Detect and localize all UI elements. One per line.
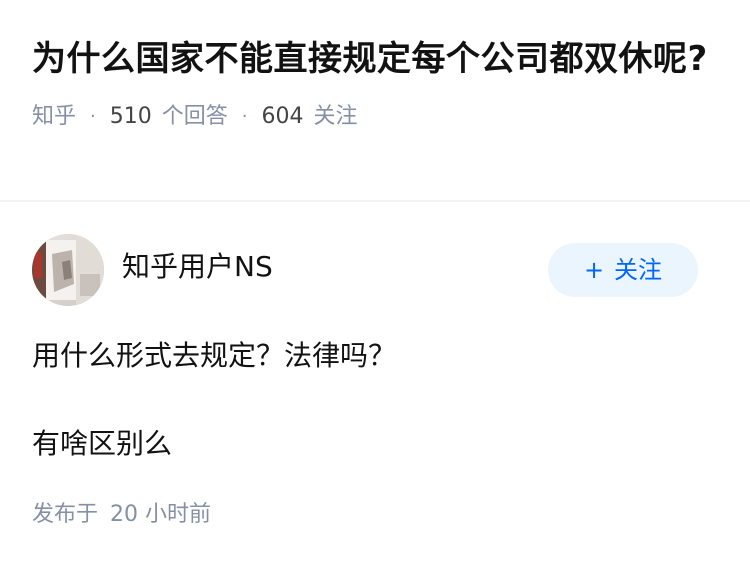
question-title[interactable]: 为什么国家不能直接规定每个公司都双休呢? (32, 34, 718, 84)
follow-button-label: 关注 (614, 256, 663, 284)
answer-footer: 发布于 20 小时前 (32, 500, 211, 530)
answer-count: 510 (109, 104, 152, 129)
author-row: 知乎用户NS + 关注 (32, 234, 718, 306)
source-label[interactable]: 知乎 (32, 102, 76, 132)
meta-separator: · (241, 106, 248, 127)
follow-button[interactable]: + 关注 (548, 243, 698, 297)
avatar-image (32, 234, 104, 306)
answer-paragraph: 有啥区别么 (32, 427, 173, 460)
answer-paragraph: 用什么形式去规定？法律吗？ (32, 339, 397, 372)
follower-count-label: 关注 (313, 104, 358, 129)
divider (0, 200, 750, 202)
answer-content: 用什么形式去规定？法律吗？ 有啥区别么 (32, 336, 718, 464)
meta-separator: · (90, 106, 96, 127)
author-name[interactable]: 知乎用户NS (122, 249, 273, 285)
published-label: 发布于 (32, 502, 99, 527)
published-time: 20 小时前 (110, 502, 212, 527)
plus-icon: + (583, 256, 605, 284)
question-meta: 知乎 · 510 个回答 · 604 关注 (32, 102, 718, 132)
follower-count: 604 (261, 104, 304, 129)
avatar[interactable] (32, 234, 104, 306)
question-header: 为什么国家不能直接规定每个公司都双休呢? 知乎 · 510 个回答 · 604 … (0, 0, 750, 132)
answer-card: 知乎用户NS + 关注 用什么形式去规定？法律吗？ 有啥区别么 (32, 234, 718, 512)
answer-count-label: 个回答 (161, 104, 228, 129)
